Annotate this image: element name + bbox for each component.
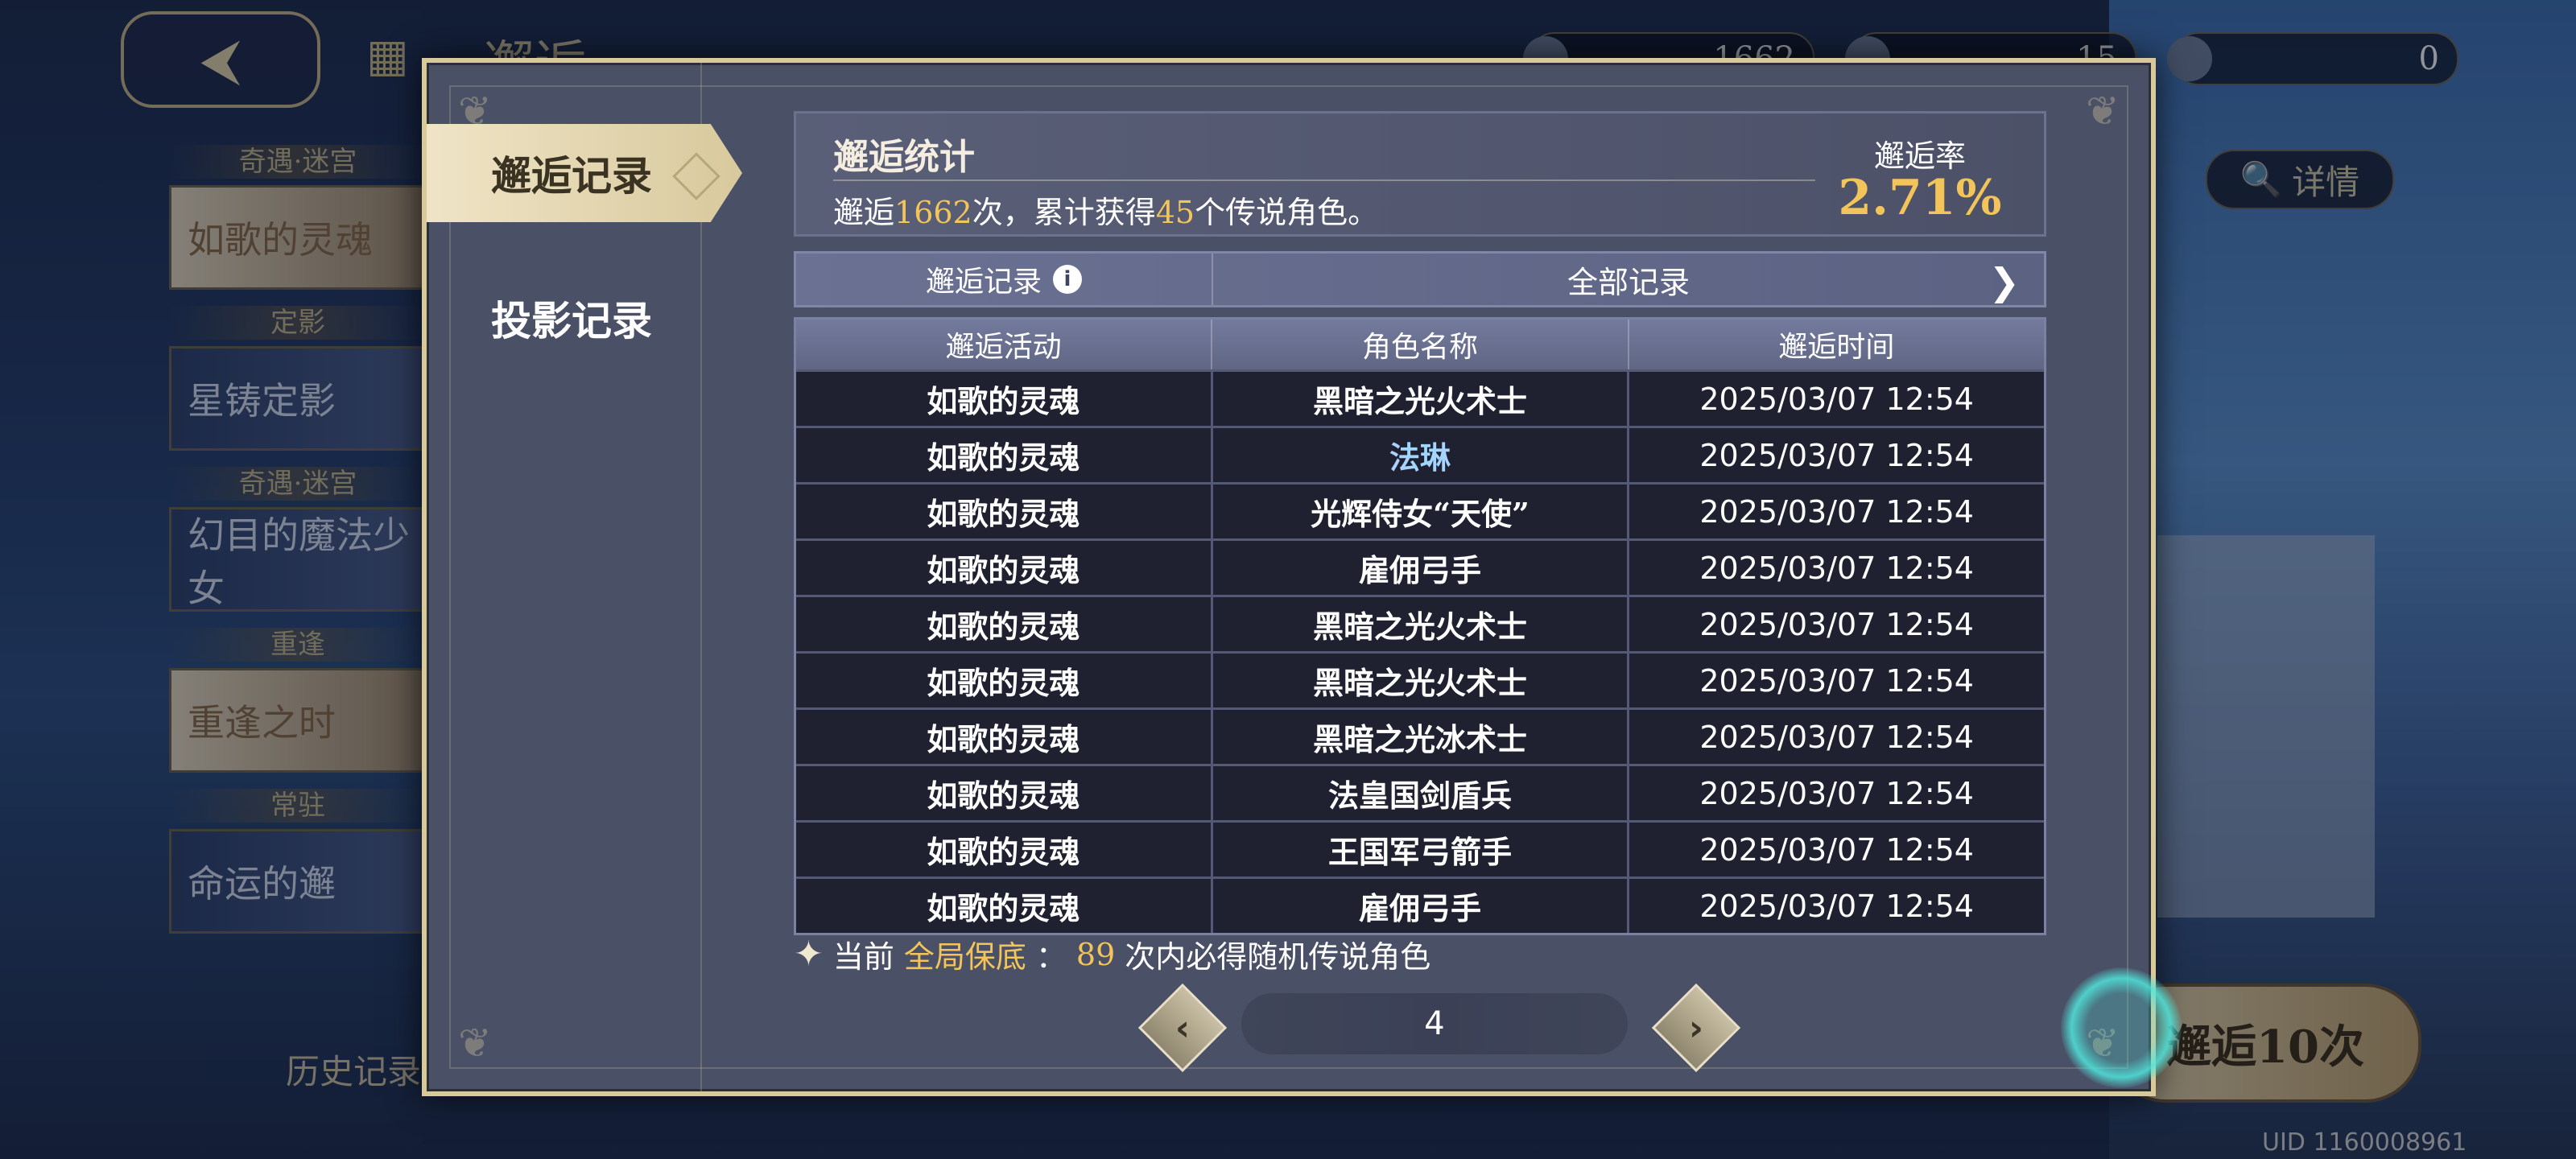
cell-name: 光辉侍女“天使”	[1213, 485, 1630, 538]
cell-event: 如歌的灵魂	[796, 541, 1213, 595]
table-row: 如歌的灵魂 黑暗之光火术士 2025/03/07 12:54	[796, 369, 2044, 426]
column-header: 邂逅活动	[796, 320, 1213, 369]
records-type-label: 邂逅记录 i	[796, 254, 1213, 305]
table-row: 如歌的灵魂 法皇国剑盾兵 2025/03/07 12:54	[796, 764, 2044, 820]
cell-time: 2025/03/07 12:54	[1699, 888, 1974, 924]
table-row: 如歌的灵魂 王国军弓箭手 2025/03/07 12:54	[796, 820, 2044, 876]
table-row: 如歌的灵魂 雇佣弓手 2025/03/07 12:54	[796, 876, 2044, 933]
records-modal: ❦ ❦ ❦ ❦ 邂逅记录 投影记录 邂逅统计 邂逅1662次，累计获得45个传说…	[422, 58, 2182, 1096]
cell-time: 2025/03/07 12:54	[1699, 550, 1974, 586]
tab-encounter-records[interactable]: 邂逅记录	[427, 124, 742, 222]
filter-dropdown[interactable]: 全部记录 ❯	[1213, 254, 2044, 305]
filter-value: 全部记录	[1567, 264, 1690, 300]
table-row: 如歌的灵魂 雇佣弓手 2025/03/07 12:54	[796, 538, 2044, 595]
cell-event: 如歌的灵魂	[796, 879, 1213, 933]
cell-name: 黑暗之光冰术士	[1213, 710, 1630, 764]
pagination: ‹ 4 ›	[1127, 967, 2206, 1088]
table-row: 如歌的灵魂 光辉侍女“天使” 2025/03/07 12:54	[796, 482, 2044, 538]
cell-time: 2025/03/07 12:54	[1699, 381, 1974, 417]
cell-name: 黑暗之光火术士	[1213, 597, 1630, 651]
sparkle-icon: ✦	[794, 934, 824, 975]
pity-label: 全局保底	[903, 939, 1026, 975]
encounter-count: 1662	[894, 195, 972, 230]
cell-name: 黑暗之光火术士	[1213, 654, 1630, 707]
cell-event: 如歌的灵魂	[796, 428, 1213, 482]
cell-name: 雇佣弓手	[1213, 879, 1630, 933]
table-body: 如歌的灵魂 黑暗之光火术士 2025/03/07 12:54 如歌的灵魂 法琳 2025/…	[796, 369, 2044, 933]
table-header: 邂逅活动 角色名称 邂逅时间	[796, 320, 2044, 369]
cell-event: 如歌的灵魂	[796, 710, 1213, 764]
stats-title: 邂逅统计	[833, 137, 975, 178]
rate-label: 邂逅率	[1873, 138, 1966, 174]
cell-time: 2025/03/07 12:54	[1699, 437, 1974, 473]
stats-summary: 邂逅1662次，累计获得45个传说角色。	[833, 195, 1379, 230]
cell-event: 如歌的灵魂	[796, 823, 1213, 876]
corner-ornament-icon: ❦	[2086, 88, 2120, 134]
cell-event: 如歌的灵魂	[796, 654, 1213, 707]
prev-page-button[interactable]: ‹	[1137, 983, 1228, 1073]
cell-event: 如歌的灵魂	[796, 766, 1213, 820]
table-row: 如歌的灵魂 法琳 2025/03/07 12:54	[796, 426, 2044, 482]
cell-name: 法皇国剑盾兵	[1213, 766, 1630, 820]
cell-time: 2025/03/07 12:54	[1699, 831, 1974, 868]
rate-value: 2.71%	[1838, 170, 2002, 226]
cell-name: 雇佣弓手	[1213, 541, 1630, 595]
cell-time: 2025/03/07 12:54	[1699, 493, 1974, 530]
next-page-button[interactable]: ›	[1651, 983, 1741, 1073]
pity-info: ✦ 当前 全局保底： 89 次内必得随机传说角色	[794, 934, 1431, 975]
cell-time: 2025/03/07 12:54	[1699, 606, 1974, 642]
filter-bar: 邂逅记录 i 全部记录 ❯	[794, 251, 2046, 307]
cell-name: 黑暗之光火术士	[1213, 372, 1630, 426]
table-row: 如歌的灵魂 黑暗之光冰术士 2025/03/07 12:54	[796, 707, 2044, 764]
info-icon[interactable]: i	[1053, 265, 1082, 294]
tab-label: 投影记录	[491, 297, 652, 344]
stats-panel: 邂逅统计 邂逅1662次，累计获得45个传说角色。 邂逅率 2.71%	[794, 111, 2046, 237]
cell-name: 法琳	[1213, 428, 1630, 482]
divider	[833, 179, 1815, 181]
pity-count: 89	[1075, 936, 1116, 972]
column-header: 角色名称	[1212, 320, 1629, 369]
cell-time: 2025/03/07 12:54	[1699, 775, 1974, 811]
tab-ornament-icon	[672, 152, 720, 200]
cell-event: 如歌的灵魂	[796, 485, 1213, 538]
chevron-right-icon: ❯	[1988, 260, 2020, 303]
tab-projection-records[interactable]: 投影记录	[427, 269, 742, 367]
records-table: 邂逅活动 角色名称 邂逅时间 如歌的灵魂 黑暗之光火术士 2025/03/07 12…	[794, 317, 2046, 935]
cell-time: 2025/03/07 12:54	[1699, 662, 1974, 699]
column-header: 邂逅时间	[1778, 331, 1895, 364]
tab-column: 邂逅记录 投影记录	[427, 63, 742, 1091]
chevron-right-icon: ›	[1688, 1007, 1704, 1049]
page-number: 4	[1241, 993, 1628, 1054]
table-row: 如歌的灵魂 黑暗之光火术士 2025/03/07 12:54	[796, 651, 2044, 707]
cell-event: 如歌的灵魂	[796, 597, 1213, 651]
cell-time: 2025/03/07 12:54	[1699, 719, 1974, 755]
table-row: 如歌的灵魂 黑暗之光火术士 2025/03/07 12:54	[796, 595, 2044, 651]
tab-label: 邂逅记录	[491, 152, 652, 200]
chevron-left-icon: ‹	[1174, 1007, 1191, 1049]
cell-event: 如歌的灵魂	[796, 372, 1213, 426]
cell-name: 王国军弓箭手	[1213, 823, 1630, 876]
next-highlight-glow	[2061, 967, 2182, 1088]
legendary-count: 45	[1155, 195, 1195, 230]
